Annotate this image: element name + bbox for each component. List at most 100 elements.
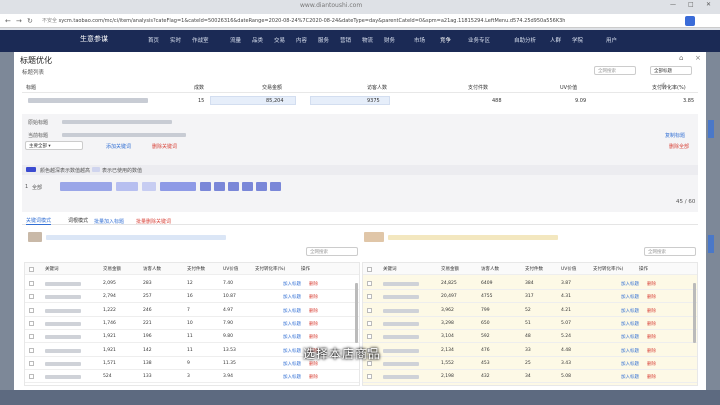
delete-button[interactable]: 删除: [309, 374, 318, 380]
title-chip[interactable]: [228, 182, 239, 191]
col-items[interactable]: 支付件数: [468, 84, 488, 91]
reload-icon[interactable]: ↻: [27, 17, 33, 25]
delete-button[interactable]: 删除: [647, 321, 656, 327]
delete-button[interactable]: 删除: [647, 294, 656, 300]
forward-icon[interactable]: →: [16, 17, 22, 25]
maximize-icon[interactable]: □: [688, 1, 694, 8]
add-to-title-button[interactable]: 加入标题: [621, 294, 639, 300]
title-chip[interactable]: [256, 182, 267, 191]
add-to-title-button[interactable]: 加入标题: [283, 334, 301, 340]
col-rate[interactable]: 支付转化率(%): [652, 84, 686, 91]
add-to-title-button[interactable]: 加入标题: [283, 294, 301, 300]
tab-root-mode[interactable]: 词根模式: [68, 217, 88, 224]
header-checkbox[interactable]: [367, 267, 372, 272]
nav-item[interactable]: 财务: [384, 36, 395, 44]
delete-button[interactable]: 删除: [309, 334, 318, 340]
row-checkbox[interactable]: [29, 334, 34, 340]
nav-item[interactable]: 市场: [414, 36, 425, 44]
table-row[interactable]: 1,921 196 11 9.80 加入标题 删除: [25, 330, 359, 344]
add-to-title-button[interactable]: 加入标题: [621, 281, 639, 287]
row-checkbox[interactable]: [29, 347, 34, 353]
nav-item[interactable]: 首页: [148, 36, 159, 44]
col-visitors[interactable]: 访客人数: [367, 84, 387, 91]
table-row[interactable]: 2,134 476 33 4.48 加入标题 删除: [363, 344, 697, 357]
nav-item[interactable]: 服务: [318, 36, 329, 44]
add-to-title-button[interactable]: 加入标题: [621, 361, 639, 367]
side-tab[interactable]: [708, 235, 714, 253]
table-row[interactable]: 3,104 592 48 5.24 加入标题 删除: [363, 330, 697, 344]
table-row[interactable]: 1,552 453 25 3.43 加入标题 删除: [363, 357, 697, 370]
title-chip[interactable]: [160, 182, 196, 191]
row-checkbox[interactable]: [367, 294, 372, 300]
add-to-title-button[interactable]: 加入标题: [621, 348, 639, 354]
add-to-title-button[interactable]: 加入标题: [283, 361, 301, 367]
side-tab[interactable]: [708, 120, 714, 138]
extension-icon[interactable]: [685, 16, 695, 26]
logo[interactable]: 生意参谋: [80, 34, 108, 44]
delete-button[interactable]: 删除: [647, 348, 656, 354]
nav-item[interactable]: 业务专区: [468, 36, 490, 44]
pin-icon[interactable]: ⌂: [679, 54, 683, 62]
table-row[interactable]: 3,298 650 51 5.07 加入标题 删除: [363, 317, 697, 330]
table-row[interactable]: 1,746 221 10 7.90 加入标题 删除: [25, 317, 359, 330]
delete-button[interactable]: 删除: [309, 308, 318, 314]
col-uv[interactable]: UV价值: [560, 84, 577, 91]
close-window-icon[interactable]: ✕: [706, 1, 711, 8]
nav-item[interactable]: 人群: [550, 36, 561, 44]
add-to-title-button[interactable]: 加入标题: [283, 281, 301, 287]
table-row[interactable]: 2,794 257 16 10.87 加入标题 删除: [25, 290, 359, 304]
filter-dropdown[interactable]: 全部标题: [650, 66, 692, 75]
table-row[interactable]: 3,962 799 52 4.21 加入标题 删除: [363, 304, 697, 317]
close-icon[interactable]: ×: [695, 54, 701, 62]
nav-item[interactable]: 作战室: [192, 36, 209, 44]
row-checkbox[interactable]: [29, 374, 34, 380]
title-chip[interactable]: [60, 182, 112, 191]
address-bar[interactable]: ← → ↻ 不安全 sycm.taobao.com/mc/ci/item/ana…: [0, 14, 720, 28]
add-to-title-button[interactable]: 加入标题: [621, 308, 639, 314]
nav-item[interactable]: 物流: [362, 36, 373, 44]
delete-keyword-button[interactable]: 删除关键词: [152, 143, 177, 150]
row-checkbox[interactable]: [29, 320, 34, 326]
batch-delete-button[interactable]: 批量删除关键词: [136, 218, 171, 225]
tab-keyword-mode[interactable]: 关键词模式: [26, 217, 52, 225]
delete-button[interactable]: 删除: [647, 374, 656, 380]
title-chip[interactable]: [214, 182, 225, 191]
add-to-title-button[interactable]: 加入标题: [283, 321, 301, 327]
table-row[interactable]: 1,222 246 7 4.97 加入标题 删除: [25, 304, 359, 317]
add-to-title-button[interactable]: 加入标题: [283, 308, 301, 314]
back-icon[interactable]: ←: [5, 17, 11, 25]
search-input[interactable]: 全网搜索: [594, 66, 636, 75]
delete-button[interactable]: 删除: [647, 308, 656, 314]
row-checkbox[interactable]: [367, 374, 372, 380]
nav-item[interactable]: 实时: [170, 36, 181, 44]
title-chip[interactable]: [270, 182, 281, 191]
title-chip[interactable]: [242, 182, 253, 191]
add-to-title-button[interactable]: 加入标题: [621, 334, 639, 340]
row-checkbox[interactable]: [29, 360, 34, 366]
nav-item[interactable]: 交易: [274, 36, 285, 44]
row-checkbox[interactable]: [367, 281, 372, 286]
url-text[interactable]: 不安全 sycm.taobao.com/mc/ci/item/analysis?…: [42, 17, 565, 24]
batch-add-button[interactable]: 批量加入标题: [94, 218, 124, 225]
delete-button[interactable]: 删除: [647, 361, 656, 367]
add-to-title-button[interactable]: 加入标题: [283, 374, 301, 380]
add-keyword-button[interactable]: 添加关键词: [106, 143, 131, 150]
minimize-icon[interactable]: —: [670, 1, 676, 8]
row-checkbox[interactable]: [367, 307, 372, 313]
add-to-title-button[interactable]: 加入标题: [621, 374, 639, 380]
nav-item[interactable]: 学院: [572, 36, 583, 44]
table-row[interactable]: 2,095 283 12 7.40 加入标题 删除: [25, 277, 359, 290]
row-checkbox[interactable]: [367, 320, 372, 326]
header-checkbox[interactable]: [29, 267, 34, 272]
add-to-title-button[interactable]: 加入标题: [621, 321, 639, 327]
delete-button[interactable]: 删除: [309, 321, 318, 327]
add-to-title-button[interactable]: 加入标题: [283, 348, 301, 354]
table-search-input[interactable]: 全网搜索: [306, 247, 358, 256]
user-menu[interactable]: 用户: [606, 36, 617, 44]
table-row[interactable]: 2,198 432 34 5.08 加入标题 删除: [363, 370, 697, 384]
delete-button[interactable]: 删除: [647, 334, 656, 340]
row-checkbox[interactable]: [29, 281, 34, 286]
clear-all-button[interactable]: 删除全部: [669, 143, 689, 150]
table-row[interactable]: 20,497 4755 317 4.31 加入标题 删除: [363, 290, 697, 304]
table-row[interactable]: 524 133 3 3.94 加入标题 删除: [25, 370, 359, 384]
